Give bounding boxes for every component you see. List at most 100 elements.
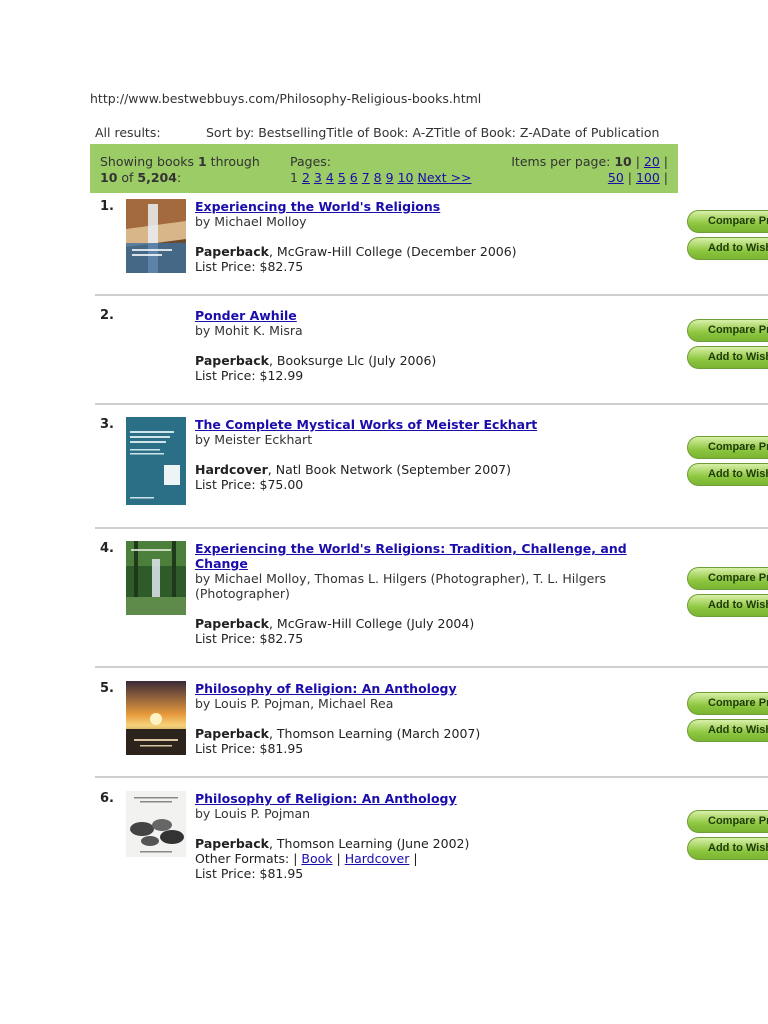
list-price: List Price: $12.99 bbox=[195, 368, 304, 383]
current-page: 1 bbox=[290, 170, 298, 185]
format-type: Paperback bbox=[195, 616, 269, 631]
book-cover-image[interactable] bbox=[126, 541, 186, 615]
add-to-wish-list-button[interactable]: Add to Wish List bbox=[687, 237, 768, 260]
book-author: by Meister Eckhart bbox=[195, 432, 313, 447]
result-info: Experiencing the World's Religions: Trad… bbox=[195, 541, 655, 646]
page-link-2[interactable]: 2 bbox=[302, 170, 310, 185]
other-formats: Other Formats: | Book | Hardcover | bbox=[195, 851, 418, 866]
book-cover-image[interactable] bbox=[126, 417, 186, 505]
items-per-page-20[interactable]: 20 bbox=[644, 154, 660, 169]
publisher: , McGraw-Hill College (July 2004) bbox=[268, 616, 475, 631]
result-info: Ponder Awhile by Mohit K. Misra Paperbac… bbox=[195, 308, 655, 383]
book-title-link[interactable]: Philosophy of Religion: An Anthology bbox=[195, 681, 655, 696]
page-url: http://www.bestwebbuys.com/Philosophy-Re… bbox=[90, 91, 482, 106]
list-price: List Price: $82.75 bbox=[195, 631, 304, 646]
divider bbox=[95, 403, 768, 405]
pages-label: Pages: bbox=[290, 154, 331, 169]
format-type: Paperback bbox=[195, 244, 269, 259]
other-format-hardcover-link[interactable]: Hardcover bbox=[345, 851, 410, 866]
book-author: by Michael Molloy, Thomas L. Hilgers (Ph… bbox=[195, 571, 606, 601]
publisher: , Natl Book Network (September 2007) bbox=[267, 462, 511, 477]
other-format-book-link[interactable]: Book bbox=[301, 851, 332, 866]
result-number: 2. bbox=[100, 308, 114, 323]
result-info: Experiencing the World's Religions by Mi… bbox=[195, 199, 655, 274]
book-format: Hardcover, Natl Book Network (September … bbox=[195, 462, 655, 477]
showing-count: Showing books 1 through 10 of 5,204: bbox=[100, 154, 260, 186]
book-format: Paperback, Thomson Learning (June 2002) bbox=[195, 836, 655, 851]
compare-prices-button[interactable]: Compare Prices bbox=[687, 319, 768, 342]
page-link-7[interactable]: 7 bbox=[362, 170, 370, 185]
page-link-3[interactable]: 3 bbox=[314, 170, 322, 185]
separator: | bbox=[623, 170, 636, 185]
separator: | bbox=[659, 154, 668, 169]
result-number: 1. bbox=[100, 199, 114, 214]
add-to-wish-list-button[interactable]: Add to Wish List bbox=[687, 837, 768, 860]
divider bbox=[95, 527, 768, 529]
add-to-wish-list-button[interactable]: Add to Wish List bbox=[687, 719, 768, 742]
book-title-link[interactable]: The Complete Mystical Works of Meister E… bbox=[195, 417, 655, 432]
items-per-page: Items per page: 10 | 20 | 50 | 100 | bbox=[511, 154, 668, 186]
publisher: , Thomson Learning (June 2002) bbox=[268, 836, 470, 851]
book-author: by Louis P. Pojman, Michael Rea bbox=[195, 696, 394, 711]
showing-from: 1 bbox=[198, 154, 207, 169]
book-cover-image[interactable] bbox=[126, 681, 186, 755]
showing-total: 5,204 bbox=[137, 170, 177, 185]
items-per-page-label: Items per page: bbox=[511, 154, 615, 169]
page-link-4[interactable]: 4 bbox=[326, 170, 334, 185]
page-link-5[interactable]: 5 bbox=[338, 170, 346, 185]
divider bbox=[95, 294, 768, 296]
result-info: The Complete Mystical Works of Meister E… bbox=[195, 417, 655, 492]
page-link-8[interactable]: 8 bbox=[374, 170, 382, 185]
book-format: Paperback, Thomson Learning (March 2007) bbox=[195, 726, 655, 741]
result-item: 6. Philosophy of Religion: An Anthology … bbox=[95, 791, 768, 891]
page-link-10[interactable]: 10 bbox=[398, 170, 414, 185]
page-link-6[interactable]: 6 bbox=[350, 170, 358, 185]
result-number: 5. bbox=[100, 681, 114, 696]
book-format: Paperback, McGraw-Hill College (December… bbox=[195, 244, 655, 259]
divider bbox=[95, 776, 768, 778]
book-cover-image[interactable] bbox=[126, 791, 186, 857]
next-page-link[interactable]: Next >> bbox=[417, 170, 471, 185]
book-author: by Michael Molloy bbox=[195, 214, 307, 229]
separator: | bbox=[631, 154, 644, 169]
list-price: List Price: $82.75 bbox=[195, 259, 304, 274]
format-type: Paperback bbox=[195, 836, 269, 851]
result-item: 4. Experiencing the World's Religions: T… bbox=[95, 541, 768, 661]
book-title-link[interactable]: Experiencing the World's Religions bbox=[195, 199, 655, 214]
compare-prices-button[interactable]: Compare Prices bbox=[687, 567, 768, 590]
compare-prices-button[interactable]: Compare Prices bbox=[687, 810, 768, 833]
showing-through: through bbox=[206, 154, 260, 169]
items-per-page-50[interactable]: 50 bbox=[608, 170, 624, 185]
book-cover-image[interactable] bbox=[126, 199, 186, 273]
compare-prices-button[interactable]: Compare Prices bbox=[687, 692, 768, 715]
add-to-wish-list-button[interactable]: Add to Wish List bbox=[687, 594, 768, 617]
compare-prices-button[interactable]: Compare Prices bbox=[687, 436, 768, 459]
format-type: Paperback bbox=[195, 726, 269, 741]
format-type: Hardcover bbox=[195, 462, 268, 477]
result-info: Philosophy of Religion: An Anthology by … bbox=[195, 681, 655, 756]
items-per-page-100[interactable]: 100 bbox=[636, 170, 660, 185]
publisher: , McGraw-Hill College (December 2006) bbox=[268, 244, 517, 259]
result-number: 3. bbox=[100, 417, 114, 432]
format-type: Paperback bbox=[195, 353, 269, 368]
pagination: Pages: 1 2 3 4 5 6 7 8 9 10 Next >> bbox=[290, 154, 476, 186]
result-number: 6. bbox=[100, 791, 114, 806]
book-author: by Louis P. Pojman bbox=[195, 806, 311, 821]
other-formats-label: Other Formats: | bbox=[195, 851, 302, 866]
showing-of: of bbox=[117, 170, 138, 185]
compare-prices-button[interactable]: Compare Prices bbox=[687, 210, 768, 233]
book-title-link[interactable]: Philosophy of Religion: An Anthology bbox=[195, 791, 655, 806]
add-to-wish-list-button[interactable]: Add to Wish List bbox=[687, 463, 768, 486]
add-to-wish-list-button[interactable]: Add to Wish List bbox=[687, 346, 768, 369]
list-price: List Price: $81.95 bbox=[195, 741, 304, 756]
book-title-link[interactable]: Experiencing the World's Religions: Trad… bbox=[195, 541, 655, 571]
showing-prefix: Showing books bbox=[100, 154, 198, 169]
sort-by-options[interactable]: Sort by: BestsellingTitle of Book: A-ZTi… bbox=[206, 125, 659, 140]
page-link-9[interactable]: 9 bbox=[386, 170, 394, 185]
all-results-label: All results: bbox=[95, 125, 161, 140]
result-number: 4. bbox=[100, 541, 114, 556]
list-price: List Price: $75.00 bbox=[195, 477, 304, 492]
book-title-link[interactable]: Ponder Awhile bbox=[195, 308, 655, 323]
showing-colon: : bbox=[176, 170, 182, 185]
list-price: List Price: $81.95 bbox=[195, 866, 304, 881]
